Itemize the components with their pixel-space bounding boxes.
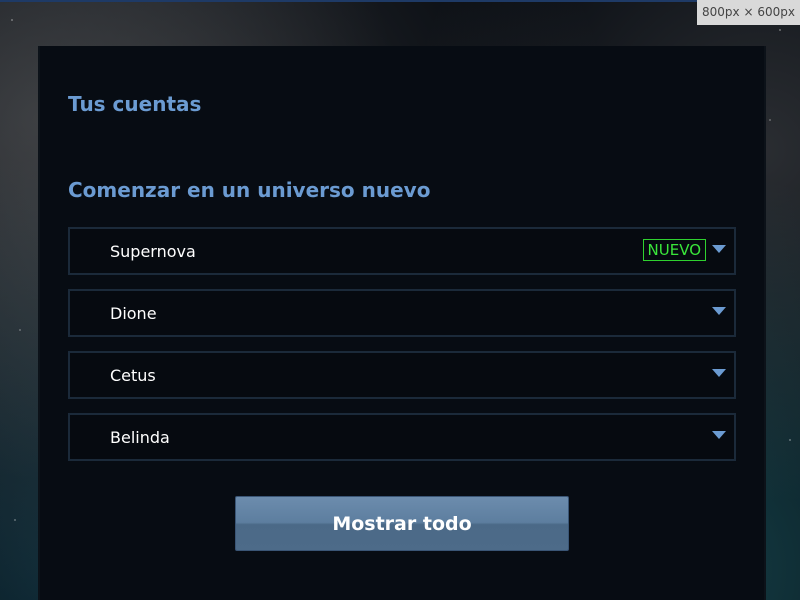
main-panel: Tus cuentas Comenzar en un universo nuev… [38,46,766,600]
universe-name: Belinda [110,428,170,447]
universe-name: Dione [110,304,157,323]
universe-row-cetus[interactable]: Cetus [68,351,736,399]
universe-name: Cetus [110,366,156,385]
new-badge: NUEVO [642,239,706,261]
universe-row-supernova[interactable]: Supernova NUEVO [68,227,736,275]
universe-row-belinda[interactable]: Belinda [68,413,736,461]
show-all-button[interactable]: Mostrar todo [235,496,569,551]
universe-list: Supernova NUEVO Dione Cetus Belinda [68,227,736,475]
new-universe-heading: Comenzar en un universo nuevo [68,178,431,202]
chevron-down-icon[interactable] [712,307,726,315]
chevron-down-icon[interactable] [712,369,726,377]
chevron-down-icon[interactable] [712,431,726,439]
universe-name: Supernova [110,242,196,261]
universe-row-dione[interactable]: Dione [68,289,736,337]
accounts-heading: Tus cuentas [68,92,202,116]
chevron-down-icon[interactable] [712,245,726,253]
viewport-size-label: 800px × 600px [697,0,800,25]
top-border [0,0,800,2]
